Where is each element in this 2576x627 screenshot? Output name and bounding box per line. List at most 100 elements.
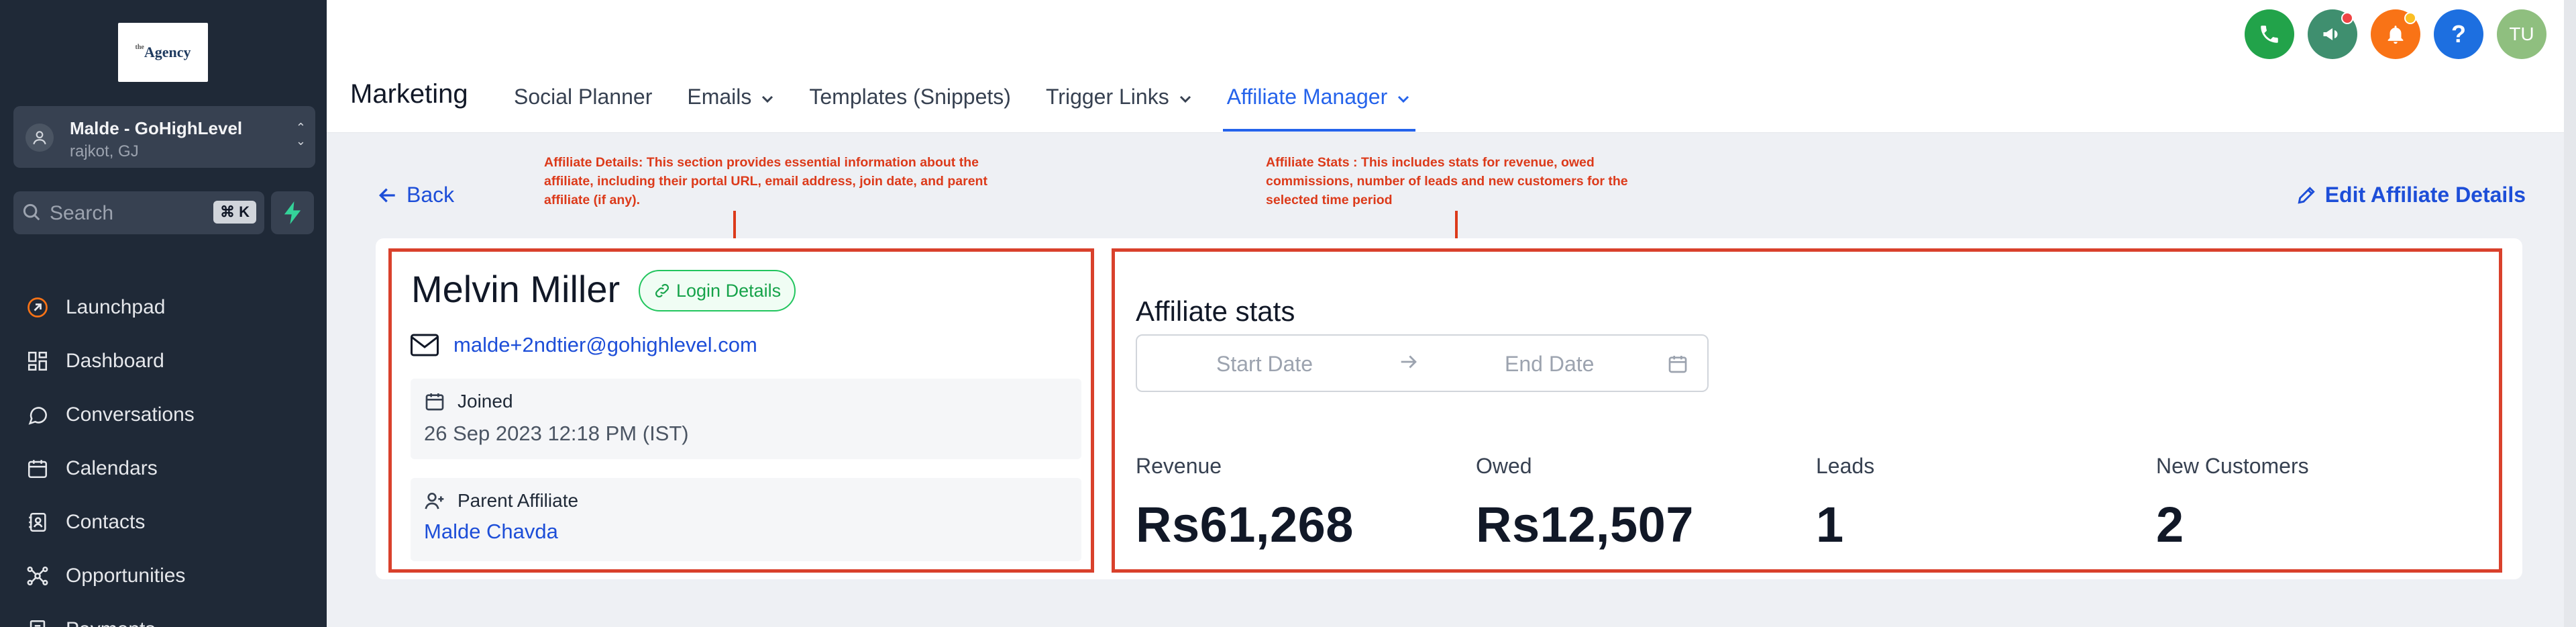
stat-label: Revenue (1136, 454, 1222, 478)
search-input[interactable]: Search ⌘ K (13, 191, 264, 234)
arrow-right-icon (1397, 350, 1420, 379)
sidebar-nav: Launchpad Dashboard Conversations Calend… (24, 281, 195, 627)
edit-label: Edit Affiliate Details (2324, 183, 2526, 207)
payments-icon (24, 616, 51, 627)
tab-templates[interactable]: Templates (Snippets) (809, 79, 1011, 128)
joined-info: Joined 26 Sep 2023 12:18 PM (IST) (411, 379, 1081, 459)
page-scrollbar[interactable] (2564, 0, 2576, 627)
login-details-button[interactable]: Login Details (639, 270, 796, 311)
chevron-down-icon (761, 85, 774, 109)
bell-icon (2387, 26, 2404, 44)
contacts-icon (24, 509, 51, 536)
chevron-down-icon (1179, 85, 1192, 109)
stat-revenue: Revenue Rs61,268 (1136, 454, 1354, 553)
parent-label: Parent Affiliate (458, 490, 579, 511)
notifications-button[interactable] (2371, 9, 2420, 59)
tab-label: Social Planner (514, 85, 653, 109)
tab-label: Affiliate Manager (1226, 85, 1388, 109)
parent-affiliate-link[interactable]: Malde Chavda (424, 520, 558, 544)
sidebar-item-label: Dashboard (66, 350, 164, 372)
stat-value: 1 (1816, 497, 1844, 552)
sidebar-item-payments[interactable]: Payments (24, 603, 195, 627)
stat-value: 2 (2156, 497, 2184, 552)
back-label: Back (407, 183, 455, 207)
rocket-icon (24, 294, 51, 321)
tab-affiliate-manager[interactable]: Affiliate Manager (1222, 79, 1415, 132)
back-button[interactable]: Back (377, 183, 454, 207)
network-icon (24, 563, 51, 589)
stat-owed: Owed Rs12,507 (1476, 454, 1694, 553)
search-shortcut: ⌘ K (213, 201, 256, 224)
user-avatar[interactable]: TU (2497, 9, 2546, 59)
help-icon: ? (2451, 20, 2466, 48)
location-avatar-icon (25, 124, 54, 152)
sidebar-item-launchpad[interactable]: Launchpad (24, 281, 195, 334)
location-switcher[interactable]: Malde - GoHighLevel rajkot, GJ ⌃ ⌄ (13, 106, 315, 168)
calendar-icon (425, 393, 444, 411)
email-value: malde+2ndtier@gohighlevel.com (453, 333, 757, 356)
logo-prefix: the (135, 44, 144, 51)
sidebar-item-opportunities[interactable]: Opportunities (24, 549, 195, 603)
mail-icon (411, 334, 439, 356)
calendar-icon (24, 455, 51, 482)
link-icon (655, 284, 669, 297)
sidebar-item-label: Launchpad (66, 296, 166, 318)
chevron-down-icon (1397, 85, 1410, 109)
help-button[interactable]: ? (2434, 9, 2483, 59)
stat-new-customers: New Customers 2 (2156, 454, 2309, 553)
stat-label: Leads (1816, 454, 1875, 478)
annotation-details: Affiliate Details: This section provides… (544, 155, 987, 207)
parent-affiliate-info: Parent Affiliate Malde Chavda (411, 478, 1081, 561)
grid-icon (24, 348, 51, 375)
notification-dot (2341, 12, 2353, 24)
sidebar-item-conversations[interactable]: Conversations (24, 388, 195, 442)
tab-label: Trigger Links (1045, 85, 1169, 109)
search-icon (21, 202, 42, 226)
joined-value: 26 Sep 2023 12:18 PM (IST) (424, 422, 689, 445)
phone-button[interactable] (2245, 9, 2294, 59)
end-date-input[interactable]: End Date (1505, 352, 1594, 377)
stats-title: Affiliate stats (1136, 295, 1295, 327)
sidebar-item-calendars[interactable]: Calendars (24, 442, 195, 495)
tab-emails[interactable]: Emails (687, 79, 774, 128)
arrow-left-icon (378, 187, 395, 203)
chevron-updown-icon: ⌃ ⌄ (295, 121, 306, 148)
agency-logo[interactable]: theAgency (118, 23, 208, 82)
location-name: Malde - GoHighLevel (70, 118, 243, 138)
affiliate-email[interactable]: malde+2ndtier@gohighlevel.com (411, 333, 757, 357)
search-placeholder: Search (50, 202, 114, 224)
edit-affiliate-button[interactable]: Edit Affiliate Details (2296, 183, 2526, 207)
tab-social-planner[interactable]: Social Planner (514, 79, 652, 128)
marketing-tabs: Social Planner Emails Templates (Snippet… (514, 79, 1445, 132)
sidebar-item-dashboard[interactable]: Dashboard (24, 334, 195, 388)
sidebar-item-contacts[interactable]: Contacts (24, 495, 195, 549)
logo-text: Agency (144, 44, 191, 60)
avatar-initials: TU (2509, 23, 2534, 44)
stat-label: New Customers (2156, 454, 2309, 478)
date-range-picker[interactable]: Start Date End Date (1136, 334, 1709, 392)
stat-label: Owed (1476, 454, 1532, 478)
calendar-icon (1667, 353, 1688, 380)
tab-label: Emails (687, 85, 752, 109)
lightning-icon (284, 201, 301, 224)
tab-label: Templates (Snippets) (809, 85, 1011, 109)
location-sub: rajkot, GJ (70, 142, 139, 160)
notification-dot (2404, 12, 2416, 24)
sidebar: theAgency Malde - GoHighLevel rajkot, GJ… (0, 0, 327, 627)
annotation-stats: Affiliate Stats : This includes stats fo… (1266, 155, 1628, 207)
phone-icon (2261, 26, 2278, 43)
sidebar-item-label: Payments (66, 618, 155, 627)
chat-icon (24, 401, 51, 428)
stat-value: Rs61,268 (1136, 497, 1354, 552)
login-details-label: Login Details (676, 280, 782, 301)
sidebar-item-label: Calendars (66, 457, 158, 479)
sidebar-item-label: Conversations (66, 403, 195, 426)
announcements-button[interactable] (2308, 9, 2357, 59)
tab-trigger-links[interactable]: Trigger Links (1046, 79, 1192, 128)
page-title: Marketing (350, 79, 468, 109)
pencil-icon (2298, 186, 2315, 204)
start-date-input[interactable]: Start Date (1216, 352, 1313, 377)
quick-action-button[interactable] (271, 191, 314, 234)
header-actions: ? TU (2245, 9, 2546, 59)
stat-value: Rs12,507 (1476, 497, 1694, 552)
